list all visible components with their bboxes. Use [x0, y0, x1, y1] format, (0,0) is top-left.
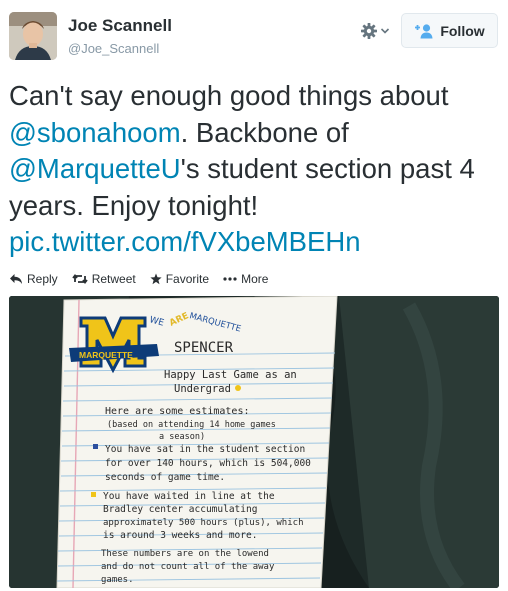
- display-name[interactable]: Joe Scannell: [68, 16, 172, 36]
- note-p2-3: approximately 500 hours (plus), which: [103, 518, 303, 528]
- note-p2-1: You have waited in line at the: [103, 491, 275, 502]
- more-dots-icon: [223, 277, 237, 281]
- favorite-label: Favorite: [165, 272, 210, 286]
- chevron-down-icon: [380, 28, 390, 34]
- retweet-label: Retweet: [91, 272, 136, 286]
- note-name: SPENCER: [174, 340, 234, 356]
- tweet-text-part: Can't say enough good things about: [9, 80, 449, 111]
- gold-dot: [235, 385, 241, 391]
- note-line-1: Happy Last Game as an: [164, 369, 297, 381]
- reply-icon: [10, 274, 22, 284]
- retweet-button[interactable]: Retweet: [71, 272, 136, 286]
- note-p3-1: These numbers are on the lowend: [101, 549, 269, 559]
- follow-button[interactable]: Follow: [401, 13, 498, 48]
- note-p1-1: You have sat in the student section: [105, 444, 305, 455]
- note-p3-2: and do not count all of the away: [101, 562, 275, 572]
- media-link[interactable]: pic.twitter.com/fVXbeMBEHn: [9, 226, 361, 257]
- tweet-text-part: . Backbone of: [180, 116, 349, 148]
- tweet-photo[interactable]: MARQUETTE WE ARE MARQUETTE SPENCER Happy…: [9, 296, 499, 588]
- note-p3-3: games.: [101, 575, 134, 585]
- favorite-button[interactable]: Favorite: [150, 272, 209, 286]
- logo-banner-text: MARQUETTE: [79, 350, 133, 360]
- note-p1-2: for over 140 hours, which is 504,000: [105, 458, 311, 469]
- note-p2-2: Bradley center accumulating: [103, 504, 257, 515]
- note-p2-4: is around 3 weeks and more.: [103, 530, 257, 541]
- note-p1-3: seconds of game time.: [105, 472, 225, 483]
- bullet-1: [93, 444, 98, 449]
- more-button[interactable]: More: [223, 272, 268, 286]
- mention-link[interactable]: @sbonahoom: [9, 117, 181, 148]
- reply-label: Reply: [27, 272, 58, 286]
- tweet-text: Can't say enough good things about @sbona…: [9, 78, 499, 261]
- mention-link[interactable]: @MarquetteU: [9, 153, 181, 184]
- follow-person-icon: [415, 23, 433, 38]
- note-line-2: Undergrad: [174, 383, 231, 395]
- gear-icon: [361, 23, 377, 39]
- profile-photo: [9, 12, 57, 60]
- note-basis-2: a season): [159, 432, 205, 442]
- photo-handwritten-note: MARQUETTE WE ARE MARQUETTE SPENCER Happy…: [9, 296, 499, 588]
- star-icon: [150, 273, 162, 285]
- follow-label: Follow: [440, 22, 485, 39]
- bullet-2: [91, 492, 96, 497]
- tweet-actions: Reply Retweet Favorite More: [9, 272, 268, 286]
- more-label: More: [241, 272, 269, 286]
- note-basis-1: (based on attending 14 home games: [107, 420, 276, 430]
- reply-button[interactable]: Reply: [9, 272, 58, 286]
- user-actions-dropdown[interactable]: [360, 20, 396, 42]
- retweet-icon: [71, 274, 88, 284]
- note-estimates: Here are some estimates:: [105, 406, 250, 417]
- user-handle[interactable]: @Joe_Scannell: [68, 41, 159, 56]
- avatar[interactable]: [9, 12, 57, 60]
